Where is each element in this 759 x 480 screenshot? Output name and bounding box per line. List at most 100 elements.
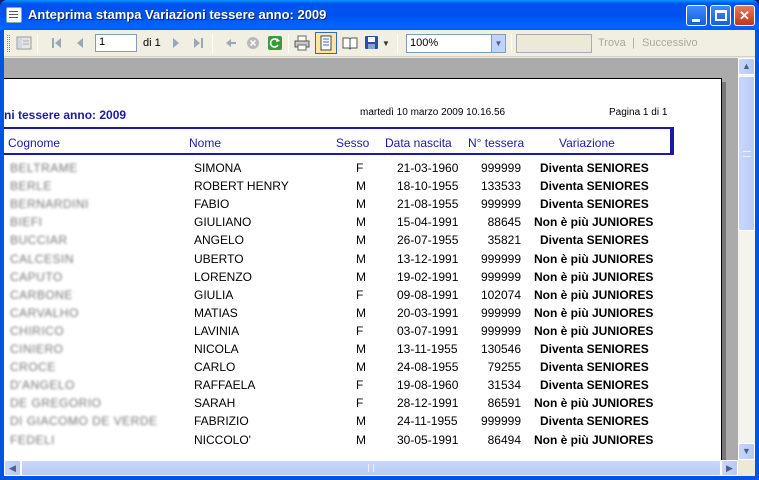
preview-window: Anteprima stampa Variazioni tessere anno… bbox=[0, 0, 759, 480]
cell-data-nascita: 30-05-1991 bbox=[397, 432, 459, 447]
maximize-icon bbox=[715, 10, 727, 21]
export-dropdown-icon[interactable]: ▼ bbox=[382, 39, 390, 48]
report-title: ni tessere anno: 2009 bbox=[4, 108, 127, 122]
cell-tessera: 999999 bbox=[480, 161, 521, 175]
vertical-scroll-thumb[interactable] bbox=[738, 76, 755, 231]
table-row: DI GIACOMO DE VERDE FABRIZIO M 24-11-1955 99… bbox=[4, 412, 704, 430]
cell-cognome: CARBONE bbox=[10, 287, 73, 302]
cell-cognome: CALCESIN bbox=[10, 251, 75, 266]
cell-tessera: 79255 bbox=[487, 360, 521, 375]
next-page-icon[interactable] bbox=[168, 35, 184, 51]
close-button[interactable]: ✕ bbox=[734, 5, 755, 26]
scroll-up-button[interactable]: ▲ bbox=[738, 58, 755, 75]
cell-sesso: F bbox=[356, 287, 364, 302]
minimize-icon bbox=[692, 19, 700, 22]
cell-sesso: M bbox=[356, 233, 366, 248]
title-bar[interactable]: Anteprima stampa Variazioni tessere anno… bbox=[0, 0, 759, 30]
cell-sesso: M bbox=[356, 360, 366, 375]
cell-data-nascita: 28-12-1991 bbox=[397, 396, 459, 411]
chevron-down-icon[interactable]: ▼ bbox=[491, 35, 505, 52]
cell-nome: LAVINIA bbox=[194, 323, 240, 338]
cell-nome: GIULIA bbox=[194, 287, 234, 302]
cell-cognome: BELTRAME bbox=[10, 161, 78, 175]
horizontal-scroll-thumb[interactable] bbox=[21, 460, 721, 476]
table-row: BUCCIAR ANGELO M 26-07-1955 35821 Diventa SEN… bbox=[4, 231, 704, 249]
group-tree-icon[interactable] bbox=[16, 35, 32, 51]
cell-tessera: 999999 bbox=[480, 197, 521, 212]
cell-nome: FABIO bbox=[194, 197, 230, 212]
cell-nome: NICOLA bbox=[194, 342, 239, 356]
toolbar-separator bbox=[397, 34, 398, 53]
cell-variazione: Diventa SENIORES bbox=[540, 360, 649, 375]
page-view-button[interactable] bbox=[315, 32, 337, 54]
table-row: CINIERO NICOLA M 13-11-1955 130546 Diventa SE… bbox=[4, 340, 704, 358]
cell-cognome: BIEFI bbox=[10, 215, 43, 230]
table-row: BERNARDINI FABIO M 21-08-1955 999999 Diventa … bbox=[4, 195, 704, 213]
preview-toolbar: 1 di 1 ▼ 100% ▼ Trova | Successivo bbox=[4, 30, 755, 57]
cell-variazione: Non è più JUNIORES bbox=[534, 305, 654, 320]
cell-data-nascita: 24-11-1955 bbox=[397, 414, 458, 429]
table-row: D'ANGELO RAFFAELA F 19-08-1960 31534 Diventa … bbox=[4, 376, 704, 394]
print-icon[interactable] bbox=[294, 35, 310, 51]
refresh-icon[interactable] bbox=[267, 35, 283, 51]
cell-cognome: BUCCIAR bbox=[10, 233, 68, 248]
vertical-scrollbar[interactable]: ▲ ▼ bbox=[738, 58, 755, 460]
stop-icon[interactable] bbox=[245, 35, 261, 51]
window-title: Anteprima stampa Variazioni tessere anno… bbox=[28, 7, 327, 22]
cell-data-nascita: 21-03-1960 bbox=[397, 161, 459, 175]
maximize-button[interactable] bbox=[710, 5, 731, 26]
page-shadow bbox=[722, 82, 726, 460]
cell-tessera: 102074 bbox=[480, 287, 521, 302]
cell-cognome: DE GREGORIO bbox=[10, 396, 102, 411]
cell-variazione: Diventa SENIORES bbox=[540, 414, 649, 429]
scroll-left-button[interactable]: ◀ bbox=[4, 460, 21, 476]
cell-variazione: Diventa SENIORES bbox=[540, 342, 649, 356]
cell-sesso: M bbox=[356, 197, 366, 212]
thumb-grip-icon bbox=[368, 464, 374, 472]
cell-cognome: D'ANGELO bbox=[10, 378, 75, 393]
two-pages-icon[interactable] bbox=[342, 35, 358, 51]
cell-sesso: F bbox=[356, 161, 364, 175]
cell-tessera: 35821 bbox=[487, 233, 521, 248]
cell-tessera: 86494 bbox=[487, 432, 521, 447]
cell-tessera: 31534 bbox=[487, 378, 521, 393]
page-count-label: di 1 bbox=[143, 37, 161, 49]
find-text-input[interactable] bbox=[516, 34, 592, 53]
minimize-button[interactable] bbox=[686, 5, 707, 26]
cell-cognome: CHIRICO bbox=[10, 323, 65, 338]
cell-tessera: 999999 bbox=[480, 414, 521, 429]
cell-tessera: 130546 bbox=[480, 342, 521, 356]
cell-variazione: Non è più JUNIORES bbox=[534, 215, 654, 230]
scroll-down-button[interactable]: ▼ bbox=[738, 443, 755, 460]
cell-sesso: F bbox=[356, 323, 364, 338]
column-header-tessera: N° tessera bbox=[468, 136, 525, 150]
find-next-button[interactable]: Successivo bbox=[642, 37, 698, 49]
cell-sesso: M bbox=[356, 305, 366, 320]
report-viewport[interactable]: ni tessere anno: 2009 martedì 10 marzo 2… bbox=[4, 58, 738, 460]
page-number-input[interactable]: 1 bbox=[95, 34, 137, 52]
cell-tessera: 88645 bbox=[487, 215, 521, 230]
export-save-icon[interactable] bbox=[364, 35, 380, 51]
first-page-icon[interactable] bbox=[49, 35, 65, 51]
toolbar-grip[interactable] bbox=[7, 35, 10, 52]
cell-nome: ROBERT HENRY bbox=[194, 179, 289, 194]
cell-data-nascita: 19-08-1960 bbox=[397, 378, 459, 393]
cell-data-nascita: 21-08-1955 bbox=[397, 197, 459, 212]
cell-variazione: Diventa SENIORES bbox=[540, 378, 649, 393]
table-row: CARBONE GIULIA F 09-08-1991 102074 Non è più … bbox=[4, 286, 704, 304]
zoom-value: 100% bbox=[410, 37, 439, 49]
scroll-right-button[interactable]: ▶ bbox=[721, 460, 738, 476]
previous-page-icon[interactable] bbox=[72, 35, 88, 51]
cell-nome: CARLO bbox=[194, 360, 236, 375]
cell-variazione: Non è più JUNIORES bbox=[534, 287, 654, 302]
cell-sesso: M bbox=[356, 215, 366, 230]
last-page-icon[interactable] bbox=[190, 35, 206, 51]
find-button[interactable]: Trova bbox=[598, 37, 626, 49]
cell-sesso: F bbox=[356, 378, 364, 393]
zoom-select[interactable]: 100% ▼ bbox=[406, 34, 506, 53]
cell-variazione: Non è più JUNIORES bbox=[534, 323, 654, 338]
cell-sesso: M bbox=[356, 251, 366, 266]
report-page: ni tessere anno: 2009 martedì 10 marzo 2… bbox=[4, 78, 722, 460]
horizontal-scrollbar[interactable]: ◀ ▶ bbox=[4, 460, 738, 476]
back-arrow-icon[interactable] bbox=[223, 35, 239, 51]
